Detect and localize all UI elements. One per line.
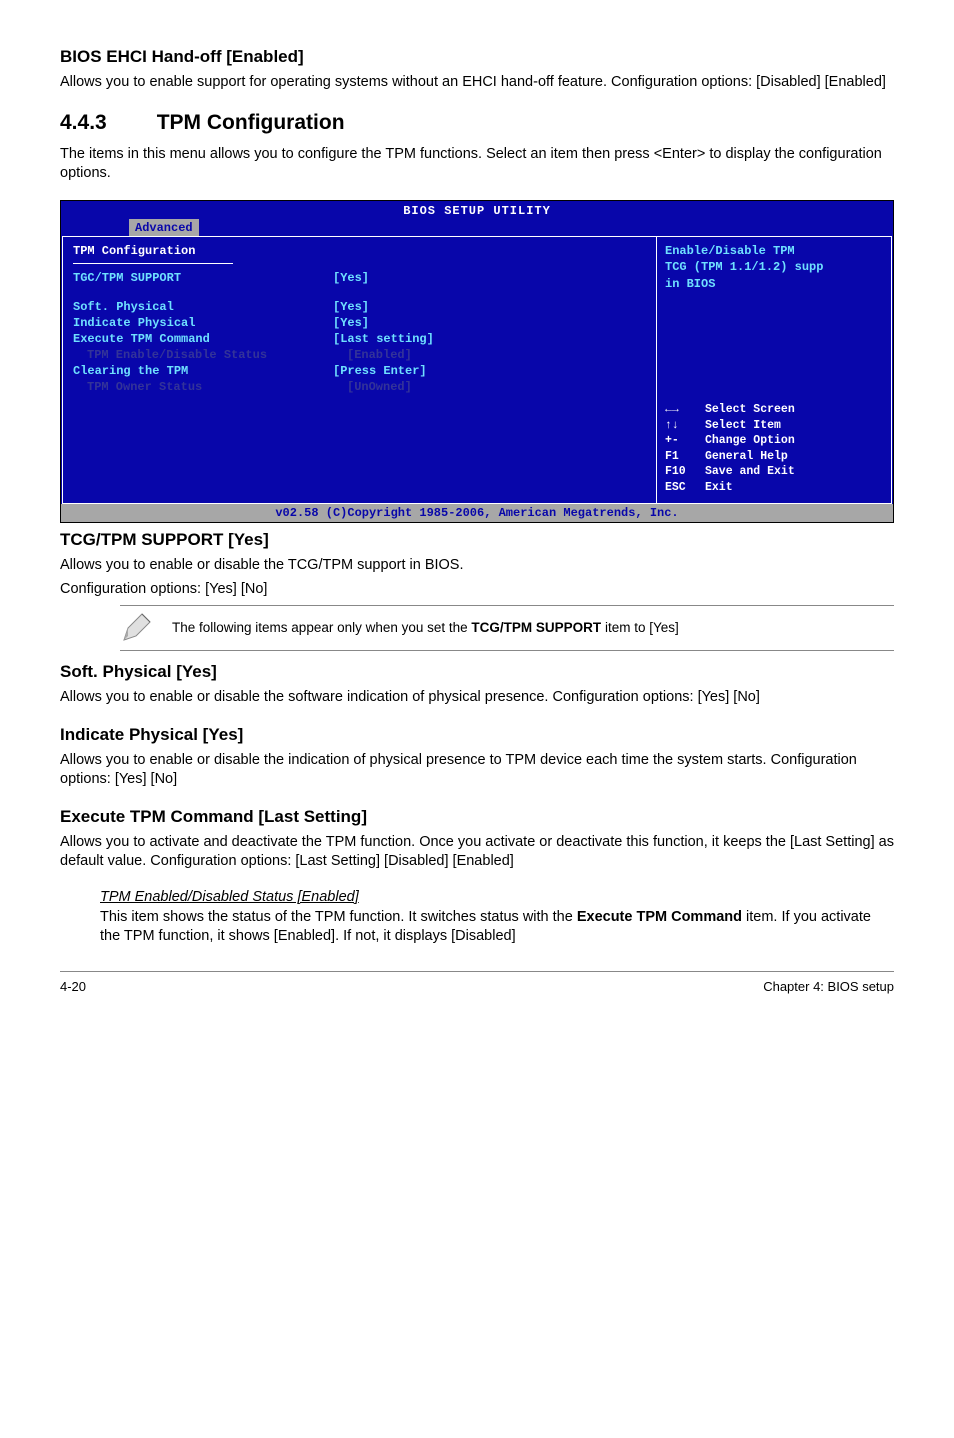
note-post: item to [Yes] bbox=[601, 620, 679, 635]
bios-help-line: Enable/Disable TPM bbox=[665, 243, 883, 259]
bios-setting-value: [Enabled] bbox=[347, 347, 412, 363]
body-443: The items in this menu allows you to con… bbox=[60, 145, 894, 184]
bios-right-panel: Enable/Disable TPM TCG (TPM 1.1/1.2) sup… bbox=[657, 236, 892, 504]
body-ehci: Allows you to enable support for operati… bbox=[60, 73, 894, 93]
bios-setting-row: TPM Owner Status[UnOwned] bbox=[73, 379, 646, 395]
body-tcg-2: Configuration options: [Yes] [No] bbox=[60, 580, 894, 600]
bios-nav-text: Exit bbox=[705, 480, 733, 496]
bios-nav-text: General Help bbox=[705, 449, 788, 465]
bios-setting-value: [Yes] bbox=[333, 270, 369, 286]
page-number: 4-20 bbox=[60, 978, 86, 996]
heading-exec: Execute TPM Command [Last Setting] bbox=[60, 806, 894, 829]
chapter-label: Chapter 4: BIOS setup bbox=[763, 978, 894, 996]
bios-setting-row: TPM Enable/Disable Status[Enabled] bbox=[73, 347, 646, 363]
bios-setting-label: Clearing the TPM bbox=[73, 363, 333, 379]
bios-copyright: v02.58 (C)Copyright 1985-2006, American … bbox=[61, 504, 893, 522]
bios-nav-text: Change Option bbox=[705, 433, 795, 449]
body-tcg-1: Allows you to enable or disable the TCG/… bbox=[60, 556, 894, 576]
bios-setting-label: Execute TPM Command bbox=[73, 331, 333, 347]
bios-nav-text: Save and Exit bbox=[705, 464, 795, 480]
bios-left-panel: TPM Configuration TGC/TPM SUPPORT[Yes]So… bbox=[62, 236, 657, 504]
bios-tab-advanced: Advanced bbox=[129, 219, 199, 237]
bios-help-line: in BIOS bbox=[665, 276, 883, 292]
bios-setting-value: [Yes] bbox=[333, 299, 369, 315]
heading-tcg: TCG/TPM SUPPORT [Yes] bbox=[60, 529, 894, 552]
bios-rows-container: TGC/TPM SUPPORT[Yes]Soft. Physical[Yes]I… bbox=[73, 270, 646, 395]
bios-setting-row: Clearing the TPM[Press Enter] bbox=[73, 363, 646, 379]
bios-setting-value: [Yes] bbox=[333, 315, 369, 331]
heading-ehci: BIOS EHCI Hand-off [Enabled] bbox=[60, 46, 894, 69]
bios-tab-row: Advanced bbox=[61, 219, 893, 235]
bios-setting-row: TGC/TPM SUPPORT[Yes] bbox=[73, 270, 646, 286]
bios-nav-key: ↑↓ bbox=[665, 418, 705, 434]
body-exec: Allows you to activate and deactivate th… bbox=[60, 833, 894, 872]
bios-setting-row: Indicate Physical[Yes] bbox=[73, 315, 646, 331]
bios-nav-key: F10 bbox=[665, 464, 705, 480]
bios-nav-key: ESC bbox=[665, 480, 705, 496]
body-soft: Allows you to enable or disable the soft… bbox=[60, 688, 894, 708]
note-text: The following items appear only when you… bbox=[172, 619, 679, 637]
bios-setting-label: TGC/TPM SUPPORT bbox=[73, 270, 333, 286]
section-number: 4.4.3 bbox=[60, 109, 107, 137]
bios-nav-text: Select Item bbox=[705, 418, 781, 434]
tpm-status-body: This item shows the status of the TPM fu… bbox=[100, 908, 884, 947]
bios-screenshot: BIOS SETUP UTILITY Advanced TPM Configur… bbox=[60, 200, 894, 523]
bios-nav-text: Select Screen bbox=[705, 402, 795, 418]
heading-indicate: Indicate Physical [Yes] bbox=[60, 724, 894, 747]
bios-setting-label: Indicate Physical bbox=[73, 315, 333, 331]
bios-nav-row: ←→Select Screen bbox=[665, 402, 883, 418]
bios-setting-label: TPM Owner Status bbox=[73, 379, 347, 395]
bios-setting-label: Soft. Physical bbox=[73, 299, 333, 315]
bios-setting-value: [Last setting] bbox=[333, 331, 434, 347]
bios-help-line: TCG (TPM 1.1/1.2) supp bbox=[665, 259, 883, 275]
bios-left-heading: TPM Configuration bbox=[73, 243, 646, 259]
tpm-status-title: TPM Enabled/Disabled Status [Enabled] bbox=[100, 888, 884, 908]
bios-nav-row: ESCExit bbox=[665, 480, 883, 496]
bios-nav-key: +- bbox=[665, 433, 705, 449]
section-title: TPM Configuration bbox=[157, 111, 345, 134]
bios-nav-row: ↑↓Select Item bbox=[665, 418, 883, 434]
note-box: The following items appear only when you… bbox=[120, 605, 894, 651]
bios-nav: ←→Select Screen↑↓Select Item+-Change Opt… bbox=[665, 402, 883, 495]
tpm-status-block: TPM Enabled/Disabled Status [Enabled] Th… bbox=[100, 888, 884, 947]
bios-title: BIOS SETUP UTILITY bbox=[61, 201, 893, 219]
bios-setting-value: [Press Enter] bbox=[333, 363, 427, 379]
page-footer: 4-20 Chapter 4: BIOS setup bbox=[60, 971, 894, 996]
body-indicate: Allows you to enable or disable the indi… bbox=[60, 751, 894, 790]
bios-setting-row: Soft. Physical[Yes] bbox=[73, 299, 646, 315]
heading-soft: Soft. Physical [Yes] bbox=[60, 661, 894, 684]
heading-443: 4.4.3 TPM Configuration bbox=[60, 109, 894, 137]
bios-nav-row: F10Save and Exit bbox=[665, 464, 883, 480]
bios-nav-row: +-Change Option bbox=[665, 433, 883, 449]
pencil-note-icon bbox=[120, 612, 152, 644]
bios-nav-key: ←→ bbox=[665, 402, 705, 418]
bios-setting-row: Execute TPM Command[Last setting] bbox=[73, 331, 646, 347]
bios-nav-row: F1General Help bbox=[665, 449, 883, 465]
bios-setting-value: [UnOwned] bbox=[347, 379, 412, 395]
tpm-status-bold: Execute TPM Command bbox=[577, 909, 742, 925]
bios-divider bbox=[73, 263, 233, 264]
tpm-status-pre: This item shows the status of the TPM fu… bbox=[100, 909, 577, 925]
note-bold: TCG/TPM SUPPORT bbox=[471, 620, 601, 635]
bios-nav-key: F1 bbox=[665, 449, 705, 465]
bios-setting-label: TPM Enable/Disable Status bbox=[73, 347, 347, 363]
note-pre: The following items appear only when you… bbox=[172, 620, 471, 635]
